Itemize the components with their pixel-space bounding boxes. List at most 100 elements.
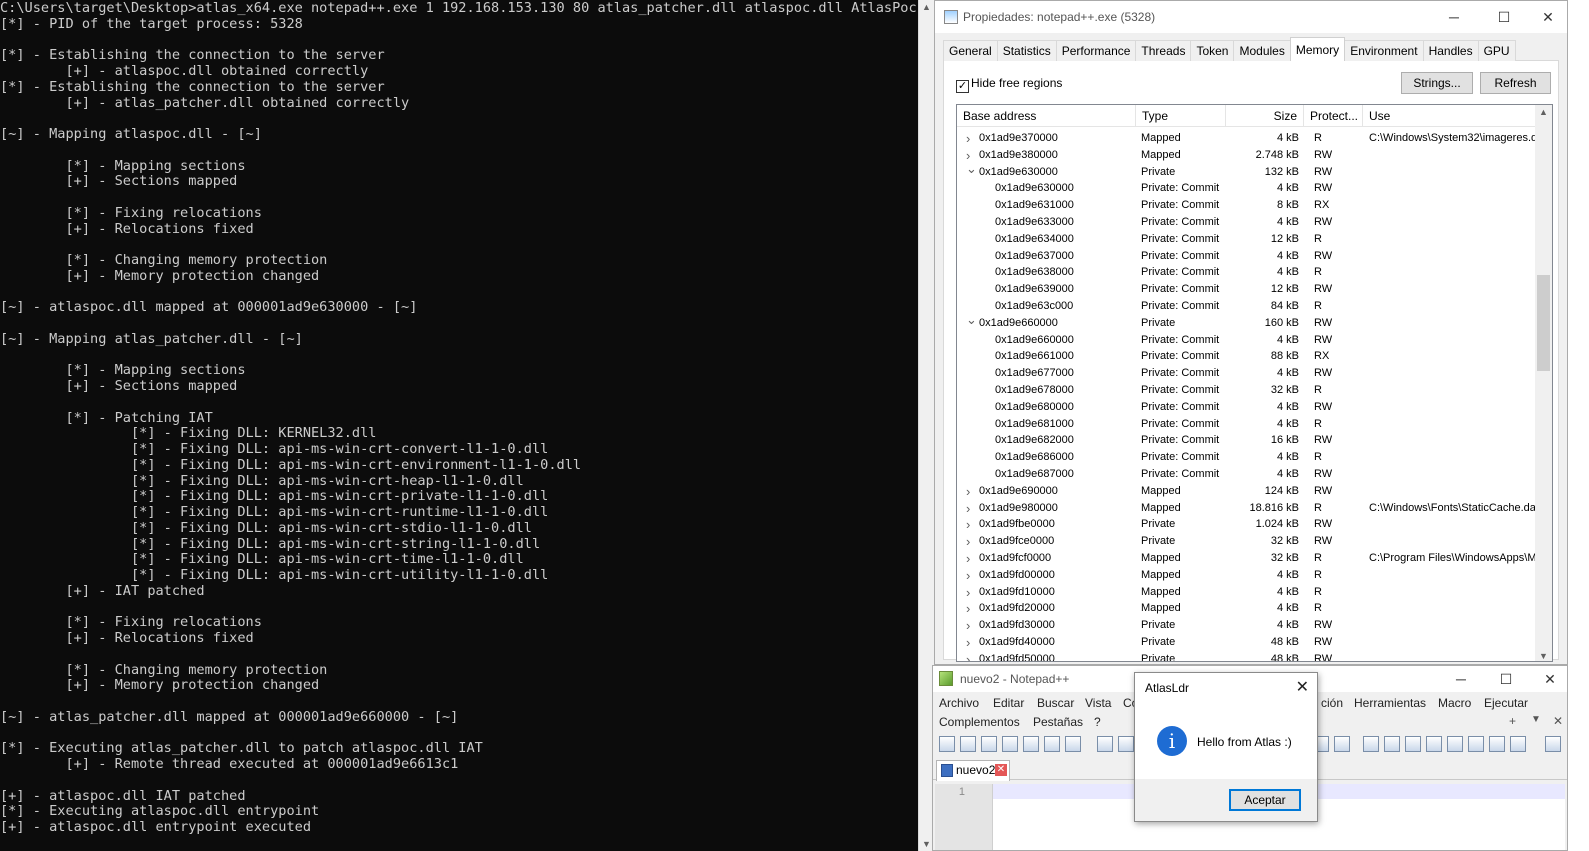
folder-workspace-icon[interactable] bbox=[1468, 736, 1484, 752]
memory-row[interactable]: › 0x1ad9fd40000 Private 48 kB RW bbox=[957, 634, 1537, 651]
tab-token[interactable]: Token bbox=[1190, 40, 1235, 61]
show-symbols-icon[interactable] bbox=[1384, 736, 1400, 752]
memory-row[interactable]: 0x1ad9e638000 Private: Commit 4 kB R bbox=[957, 264, 1537, 281]
tab-modules[interactable]: Modules bbox=[1233, 40, 1291, 61]
function-list-icon[interactable] bbox=[1447, 736, 1463, 752]
expand-chevron-icon[interactable]: › bbox=[966, 600, 978, 617]
save-icon[interactable] bbox=[981, 736, 997, 752]
expand-chevron-icon[interactable]: › bbox=[966, 130, 978, 147]
close-all-icon[interactable] bbox=[1044, 736, 1060, 752]
memory-row[interactable]: 0x1ad9e639000 Private: Commit 12 kB RW bbox=[957, 281, 1537, 298]
checkbox-check-icon[interactable]: ✓ bbox=[956, 80, 969, 93]
scroll-down-icon[interactable]: ▼ bbox=[922, 839, 931, 849]
minimize-button[interactable]: ─ bbox=[1446, 669, 1476, 689]
strings-button[interactable]: Strings... bbox=[1401, 72, 1473, 94]
expand-chevron-icon[interactable]: › bbox=[966, 567, 978, 584]
scroll-down-icon[interactable]: ▼ bbox=[1539, 651, 1548, 661]
cut-icon[interactable] bbox=[1097, 736, 1113, 752]
scroll-up-icon[interactable]: ▲ bbox=[922, 2, 931, 12]
expand-chevron-icon[interactable]: › bbox=[966, 550, 978, 567]
memory-row[interactable]: 0x1ad9e630000 Private: Commit 4 kB RW bbox=[957, 180, 1537, 197]
close-file-icon[interactable] bbox=[1023, 736, 1039, 752]
memory-row[interactable]: › 0x1ad9fd20000 Mapped 4 kB R bbox=[957, 600, 1537, 617]
maximize-button[interactable]: ☐ bbox=[1491, 669, 1521, 689]
memory-row[interactable]: › 0x1ad9e380000 Mapped 2.748 kB RW bbox=[957, 147, 1537, 164]
open-file-icon[interactable] bbox=[960, 736, 976, 752]
dropdown-icon[interactable]: ▼ bbox=[1531, 714, 1541, 725]
menu-lenguaje[interactable]: ción bbox=[1321, 696, 1343, 710]
monitoring-icon[interactable] bbox=[1489, 736, 1505, 752]
expand-chevron-icon[interactable]: › bbox=[966, 651, 978, 661]
word-wrap-icon[interactable] bbox=[1363, 736, 1379, 752]
menu-pestanas[interactable]: Pestañas bbox=[1033, 715, 1083, 729]
memory-row[interactable]: 0x1ad9e681000 Private: Commit 4 kB R bbox=[957, 416, 1537, 433]
expand-chevron-icon[interactable]: › bbox=[966, 483, 978, 500]
col-size[interactable]: Size bbox=[1226, 105, 1304, 127]
indent-guide-icon[interactable] bbox=[1405, 736, 1421, 752]
memory-row[interactable]: 0x1ad9e63c000 Private: Commit 84 kB R bbox=[957, 298, 1537, 315]
memory-row[interactable]: › 0x1ad9fce0000 Private 32 kB RW bbox=[957, 533, 1537, 550]
expand-chevron-icon[interactable]: › bbox=[966, 516, 978, 533]
close-doc-icon[interactable]: ✕ bbox=[1553, 714, 1563, 728]
memory-row[interactable]: › 0x1ad9fd00000 Mapped 4 kB R bbox=[957, 567, 1537, 584]
col-protection[interactable]: Protect... bbox=[1304, 105, 1363, 127]
collapse-chevron-icon[interactable]: ⌄ bbox=[966, 160, 978, 177]
close-button[interactable]: ✕ bbox=[1535, 669, 1565, 689]
tab-gpu[interactable]: GPU bbox=[1477, 40, 1516, 61]
hide-free-regions-checkbox[interactable]: ✓ Hide free regions bbox=[956, 76, 1062, 93]
new-file-icon[interactable] bbox=[939, 736, 955, 752]
expand-chevron-icon[interactable]: › bbox=[966, 500, 978, 517]
memory-row[interactable]: › 0x1ad9fd30000 Private 4 kB RW bbox=[957, 617, 1537, 634]
add-tab-icon[interactable]: + bbox=[1509, 714, 1516, 728]
more-tools-icon[interactable] bbox=[1545, 736, 1561, 752]
memory-row[interactable]: › 0x1ad9fd10000 Mapped 4 kB R bbox=[957, 584, 1537, 601]
save-all-icon[interactable] bbox=[1002, 736, 1018, 752]
menu-buscar[interactable]: Buscar bbox=[1037, 696, 1074, 710]
menu-herramientas[interactable]: Herramientas bbox=[1354, 696, 1426, 710]
tab-nuevo2[interactable]: nuevo2 ✕ bbox=[936, 760, 1010, 781]
refresh-button[interactable]: Refresh bbox=[1480, 72, 1551, 94]
tab-close-icon[interactable]: ✕ bbox=[995, 764, 1007, 776]
col-base-address[interactable]: Base address bbox=[957, 105, 1136, 127]
tab-handles[interactable]: Handles bbox=[1422, 40, 1479, 61]
record-macro-icon[interactable] bbox=[1510, 736, 1526, 752]
scroll-up-icon[interactable]: ▲ bbox=[1539, 107, 1548, 117]
print-icon[interactable] bbox=[1065, 736, 1081, 752]
menu-help[interactable]: ? bbox=[1094, 715, 1101, 729]
memory-row[interactable]: › 0x1ad9fcf0000 Mapped 32 kB R C:\Program Fil… bbox=[957, 550, 1537, 567]
memory-row[interactable]: 0x1ad9e633000 Private: Commit 4 kB RW bbox=[957, 214, 1537, 231]
tab-performance[interactable]: Performance bbox=[1055, 40, 1137, 61]
memory-row[interactable]: › 0x1ad9fd50000 Private 48 kB RW bbox=[957, 651, 1537, 661]
tab-environment[interactable]: Environment bbox=[1344, 40, 1424, 61]
tab-general[interactable]: General bbox=[943, 40, 998, 61]
memory-row[interactable]: 0x1ad9e661000 Private: Commit 88 kB RX bbox=[957, 348, 1537, 365]
ok-button[interactable]: Aceptar bbox=[1229, 789, 1301, 811]
memory-row[interactable]: › 0x1ad9e690000 Mapped 124 kB RW bbox=[957, 483, 1537, 500]
memory-row[interactable]: 0x1ad9e677000 Private: Commit 4 kB RW bbox=[957, 365, 1537, 382]
memory-row[interactable]: 0x1ad9e687000 Private: Commit 4 kB RW bbox=[957, 466, 1537, 483]
expand-chevron-icon[interactable]: › bbox=[966, 584, 978, 601]
copy-icon[interactable] bbox=[1118, 736, 1134, 752]
tab-threads[interactable]: Threads bbox=[1135, 40, 1192, 61]
expand-chevron-icon[interactable]: › bbox=[966, 533, 978, 550]
col-use[interactable]: Use bbox=[1363, 105, 1537, 127]
memory-row[interactable]: 0x1ad9e637000 Private: Commit 4 kB RW bbox=[957, 248, 1537, 265]
menu-vista[interactable]: Vista bbox=[1085, 696, 1111, 710]
maximize-button[interactable]: ☐ bbox=[1489, 7, 1519, 27]
close-button[interactable]: ✕ bbox=[1533, 7, 1563, 27]
memory-row[interactable]: 0x1ad9e634000 Private: Commit 12 kB R bbox=[957, 231, 1537, 248]
menu-editar[interactable]: Editar bbox=[993, 696, 1024, 710]
menu-macro[interactable]: Macro bbox=[1438, 696, 1471, 710]
memory-row[interactable]: ⌄ 0x1ad9e630000 Private 132 kB RW bbox=[957, 161, 1537, 181]
memory-row[interactable]: 0x1ad9e678000 Private: Commit 32 kB R bbox=[957, 382, 1537, 399]
memory-regions-list[interactable]: Base address Type Size Protect... Use › 0… bbox=[956, 104, 1553, 662]
memory-row[interactable]: 0x1ad9e631000 Private: Commit 8 kB RX bbox=[957, 197, 1537, 214]
col-type[interactable]: Type bbox=[1136, 105, 1226, 127]
expand-chevron-icon[interactable]: › bbox=[966, 617, 978, 634]
memory-row[interactable]: › 0x1ad9e370000 Mapped 4 kB R C:\Windows\Syst… bbox=[957, 130, 1537, 147]
tab-memory[interactable]: Memory bbox=[1289, 37, 1346, 61]
memory-row[interactable]: › 0x1ad9e980000 Mapped 18.816 kB R C:\Windows… bbox=[957, 500, 1537, 517]
scroll-thumb[interactable] bbox=[1537, 275, 1550, 371]
dialog-close-icon[interactable]: ✕ bbox=[1296, 677, 1309, 697]
collapse-chevron-icon[interactable]: ⌄ bbox=[966, 311, 978, 328]
